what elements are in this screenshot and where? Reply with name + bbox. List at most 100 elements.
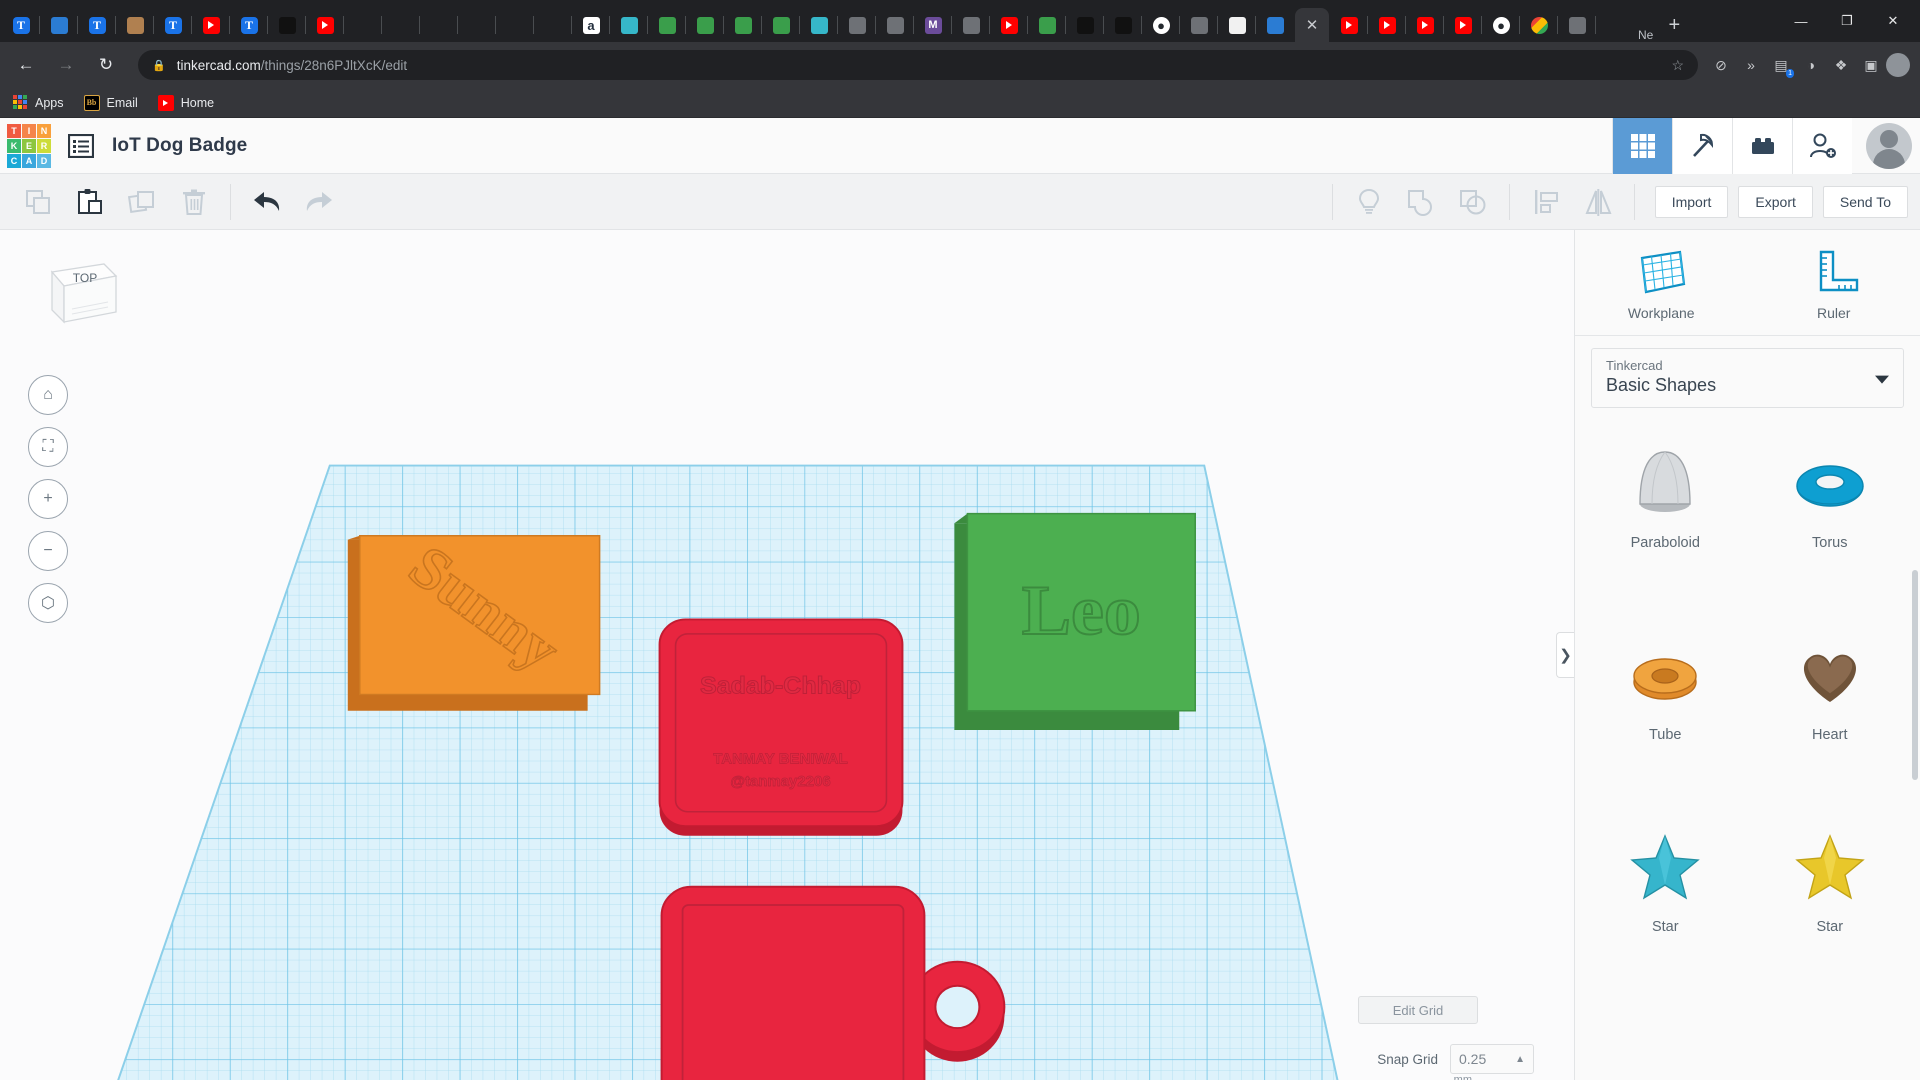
youtube-tab-2[interactable] (307, 8, 343, 42)
tinkercad-tab-4[interactable] (231, 8, 267, 42)
new-tab-button[interactable]: + (1657, 8, 1691, 42)
grey-tab-2[interactable] (877, 8, 913, 42)
settings-tab[interactable] (1067, 8, 1103, 42)
bookmark-apps[interactable]: Apps (12, 95, 64, 111)
page-title[interactable]: IoT Dog Badge (112, 135, 247, 157)
group-button[interactable] (1400, 181, 1442, 223)
amazon-tab[interactable]: a (573, 8, 609, 42)
ungroup-button[interactable] (1452, 181, 1494, 223)
panel-collapse-handle[interactable]: ❯ (1556, 632, 1574, 678)
autodesk-tab-5[interactable] (763, 8, 799, 42)
github-tab[interactable]: ● (1143, 8, 1179, 42)
zoom-in-button[interactable]: + (28, 479, 68, 519)
shape-tube[interactable]: Tube (1583, 618, 1748, 810)
fit-all-button[interactable]: ⛶ (28, 427, 68, 467)
youtube-tab-4[interactable] (1331, 8, 1367, 42)
workplane-tool[interactable]: Workplane (1575, 230, 1748, 335)
autodesk-tab-2[interactable] (649, 8, 685, 42)
chart-tab[interactable] (1219, 8, 1255, 42)
shape-paraboloid[interactable]: Paraboloid (1583, 426, 1748, 618)
image-tab[interactable] (117, 8, 153, 42)
forward-icon[interactable]: → (50, 49, 82, 81)
tinkercad-tab-2[interactable] (79, 8, 115, 42)
autodesk-tab-6[interactable] (801, 8, 837, 42)
shapes-grid[interactable]: ParaboloidTorusTubeHeartStarStar (1575, 418, 1920, 1080)
infinity-tab-5[interactable] (497, 8, 533, 42)
duplicate-button[interactable] (121, 181, 163, 223)
caret-up-icon[interactable]: ▲ (1515, 1054, 1525, 1065)
infinity-tab-7[interactable] (1597, 8, 1633, 42)
address-bar[interactable]: 🔒 tinkercad.com /things/28n6PJltXcK/edit… (138, 50, 1698, 80)
youtube-tab-7[interactable] (1445, 8, 1481, 42)
header-grid-button[interactable] (1612, 118, 1672, 174)
window-extension-icon[interactable]: ▣ (1856, 50, 1886, 80)
zoom-out-button[interactable]: − (28, 531, 68, 571)
ruler-tool[interactable]: Ruler (1748, 230, 1920, 335)
export-button[interactable]: Export (1738, 186, 1812, 218)
user-avatar[interactable] (1866, 123, 1912, 169)
bookmark-email[interactable]: Bb Email (84, 95, 138, 111)
shape-star-5[interactable]: Star (1583, 810, 1748, 1002)
header-invite-button[interactable] (1792, 118, 1852, 174)
maps-tab[interactable] (1029, 8, 1065, 42)
reload-icon[interactable]: ↻ (90, 49, 122, 81)
shape-heart[interactable]: Heart (1748, 618, 1913, 810)
notes-extension-icon[interactable]: ▤1 (1766, 50, 1796, 80)
bookmark-home[interactable]: Home (158, 95, 214, 111)
grey-tab[interactable] (839, 8, 875, 42)
3d-canvas[interactable]: Sunny Leo Sadab-Chhap TANMAY BENIWAL (0, 230, 1574, 1080)
grey-tab-5[interactable] (1559, 8, 1595, 42)
bookmark-star-icon[interactable]: ☆ (1671, 57, 1684, 74)
autodesk-tab[interactable] (611, 8, 647, 42)
shape-torus[interactable]: Torus (1748, 426, 1913, 618)
chrome-tab[interactable] (1521, 8, 1557, 42)
copy-button[interactable] (17, 181, 59, 223)
incognito-extension-icon[interactable]: ◑ (1796, 50, 1826, 80)
autodesk-tab-4[interactable] (725, 8, 761, 42)
header-codeblocks-button[interactable] (1672, 118, 1732, 174)
delete-button[interactable] (173, 181, 215, 223)
home-view-button[interactable]: ⌂ (28, 375, 68, 415)
youtube-tab-5[interactable] (1369, 8, 1405, 42)
send-to-button[interactable]: Send To (1823, 186, 1908, 218)
youtube-tab[interactable] (193, 8, 229, 42)
mirror-button[interactable] (1577, 181, 1619, 223)
notes-button[interactable] (1348, 181, 1390, 223)
puzzle-icon[interactable]: ❖ (1826, 50, 1856, 80)
3d-app-tab[interactable] (41, 8, 77, 42)
view-cube[interactable]: TOP (42, 252, 124, 334)
medium-tab[interactable] (269, 8, 305, 42)
browser-profile-avatar[interactable] (1886, 53, 1910, 77)
youtube-tab-3[interactable] (991, 8, 1027, 42)
block-icon[interactable]: ⊘ (1706, 50, 1736, 80)
infinity-tab-2[interactable] (383, 8, 419, 42)
infinity-tab-6[interactable] (535, 8, 571, 42)
redo-button[interactable] (298, 181, 340, 223)
minimize-button[interactable]: — (1778, 0, 1824, 42)
back-icon[interactable]: ← (10, 49, 42, 81)
import-button[interactable]: Import (1655, 186, 1729, 218)
browser-tab-strip[interactable]: aM● ✕ ● Ne + — ❐ ✕ (0, 0, 1920, 42)
header-blocks-button[interactable] (1732, 118, 1792, 174)
ortho-perspective-button[interactable]: ⬡ (28, 583, 68, 623)
microsoft-tab[interactable]: M (915, 8, 951, 42)
paste-button[interactable] (69, 181, 111, 223)
shape-star-6[interactable]: Star (1748, 810, 1913, 1002)
tinkercad-tab[interactable] (3, 8, 39, 42)
chevron-down-icon[interactable] (1875, 376, 1889, 384)
active-tab[interactable]: ✕ (1295, 8, 1329, 42)
github-tab-2[interactable]: ● (1483, 8, 1519, 42)
undo-button[interactable] (246, 181, 288, 223)
tinkercad-tab-3[interactable] (155, 8, 191, 42)
align-button[interactable] (1525, 181, 1567, 223)
grey-tab-3[interactable] (953, 8, 989, 42)
infinity-tab-3[interactable] (421, 8, 457, 42)
infinity-tab-4[interactable] (459, 8, 495, 42)
infinity-tab[interactable] (345, 8, 381, 42)
shape-library-select[interactable]: Tinkercad Basic Shapes (1591, 348, 1904, 408)
close-icon[interactable]: ✕ (1306, 18, 1319, 33)
extension-merge-icon[interactable]: » (1736, 50, 1766, 80)
maximize-button[interactable]: ❐ (1824, 0, 1870, 42)
edit-grid-button[interactable]: Edit Grid (1358, 996, 1478, 1024)
tinkercad-logo[interactable]: TINKERCAD (0, 118, 58, 174)
